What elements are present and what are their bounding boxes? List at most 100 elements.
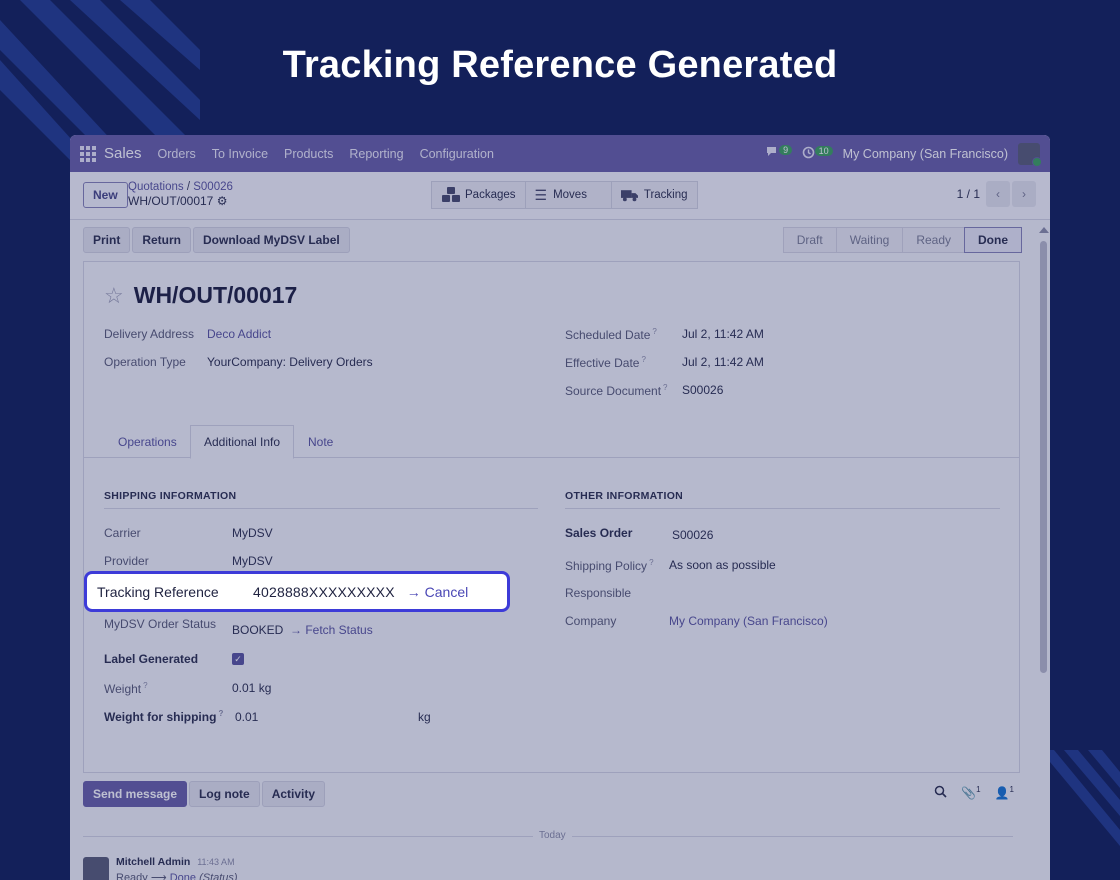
tracking-label: Tracking — [643, 189, 688, 201]
scroll-thumb[interactable] — [1040, 241, 1047, 673]
user-icon: 👤 — [994, 786, 1010, 800]
date-separator: Today — [533, 830, 572, 841]
record-title: WH/OUT/00017 — [133, 282, 298, 308]
tab-note[interactable]: Note — [295, 425, 346, 458]
packages-icon — [442, 187, 460, 202]
record-title-row: ☆ WH/OUT/00017 — [104, 282, 297, 309]
tracking-button[interactable]: Tracking — [611, 181, 698, 209]
label-generated-checkbox[interactable]: ✓ — [232, 653, 244, 665]
tracking-reference-value: 4028888XXXXXXXXX — [253, 583, 395, 600]
breadcrumb-quotations[interactable]: Quotations — [128, 181, 184, 193]
shipping-policy-label: Shipping Policy? — [565, 558, 654, 573]
attachments-count: 1 — [976, 785, 981, 794]
message-avatar[interactable] — [83, 857, 109, 880]
tracking-reference-label: Tracking Reference — [97, 583, 219, 600]
weight-label: Weight? — [104, 681, 148, 696]
list-icon: ☰ — [534, 186, 548, 203]
decorative-stripes — [1040, 750, 1120, 846]
source-document-label: Source Document? — [565, 383, 668, 398]
followers-button[interactable]: 👤1 — [995, 785, 1014, 801]
message-time: 11:43 AM — [197, 857, 235, 867]
nav-item-orders[interactable]: Orders — [158, 147, 196, 161]
breadcrumb-order[interactable]: S00026 — [193, 181, 233, 193]
weight-shipping-input[interactable]: 0.01 — [235, 710, 258, 724]
chatter-toolbar: 📎1 👤1 — [934, 785, 1014, 801]
help-icon: ? — [663, 383, 668, 392]
operation-type-label: Operation Type — [104, 355, 186, 369]
help-icon: ? — [143, 681, 148, 690]
activity-button[interactable]: Activity — [261, 781, 326, 807]
nav-item-configuration[interactable]: Configuration — [420, 147, 494, 161]
status-done[interactable]: Done — [964, 227, 1022, 253]
shipping-policy-value[interactable]: As soon as possible — [669, 558, 776, 572]
sales-order-value[interactable]: S00026 — [672, 528, 713, 542]
cancel-tracking-button[interactable]: → Cancel — [407, 584, 468, 600]
send-message-button[interactable]: Send message — [83, 781, 188, 807]
nav-item-products[interactable]: Products — [284, 147, 333, 161]
paperclip-icon: 📎 — [961, 786, 977, 800]
other-section-title: OTHER INFORMATION — [565, 490, 1000, 509]
carrier-label: Carrier — [104, 526, 141, 540]
apps-menu-icon[interactable] — [80, 145, 96, 162]
new-button[interactable]: New — [83, 182, 128, 208]
message-author-row: Mitchell Admin 11:43 AM — [116, 856, 235, 868]
notebook-tabs: Operations Additional Info Note — [84, 425, 1019, 459]
status-draft[interactable]: Draft — [782, 227, 837, 253]
app-brand[interactable]: Sales — [104, 145, 142, 162]
moves-button[interactable]: ☰ Moves — [525, 181, 612, 209]
nav-item-to-invoice[interactable]: To Invoice — [212, 147, 268, 161]
attachments-button[interactable]: 📎1 — [961, 785, 980, 801]
search-icon[interactable] — [934, 785, 947, 801]
log-note-button[interactable]: Log note — [189, 781, 260, 807]
return-button[interactable]: Return — [132, 227, 192, 253]
status-waiting[interactable]: Waiting — [835, 227, 904, 253]
tab-operations[interactable]: Operations — [105, 425, 190, 458]
company-link[interactable]: My Company (San Francisco) — [669, 614, 828, 628]
action-bar: Print Return Download MyDSV Label — [83, 227, 350, 253]
message-author[interactable]: Mitchell Admin — [116, 856, 190, 868]
company-switcher[interactable]: My Company (San Francisco) — [843, 147, 1008, 161]
weight-shipping-label: Weight for shipping? — [104, 709, 224, 724]
scroll-up-icon[interactable] — [1039, 227, 1049, 233]
breadcrumb: Quotations / S00026 WH/OUT/00017 ⚙ — [128, 180, 233, 208]
carrier-value[interactable]: MyDSV — [232, 526, 273, 540]
effective-date-value: Jul 2, 11:42 AM — [682, 355, 764, 369]
message-body: Ready ⟶ Done (Status) — [116, 871, 238, 880]
activities-icon[interactable]: 10 — [802, 145, 833, 162]
status-ready[interactable]: Ready — [902, 227, 965, 253]
shipping-section-title: SHIPPING INFORMATION — [104, 490, 538, 509]
messages-icon[interactable]: 9 — [766, 145, 793, 161]
pager-previous-icon[interactable]: ‹ — [986, 181, 1010, 207]
label-generated-label: Label Generated — [104, 652, 199, 666]
fetch-status-button[interactable]: → Fetch Status — [290, 623, 373, 637]
smart-buttons: Packages ☰ Moves Tracking — [431, 181, 698, 209]
download-label-button[interactable]: Download MyDSV Label — [193, 227, 350, 253]
tab-additional-info[interactable]: Additional Info — [190, 425, 295, 459]
user-avatar[interactable] — [1018, 142, 1042, 167]
gear-icon[interactable]: ⚙ — [217, 194, 228, 208]
order-status-label: MyDSV Order Status — [104, 617, 217, 631]
delivery-address-link[interactable]: Deco Addict — [207, 327, 271, 341]
packages-button[interactable]: Packages — [431, 181, 526, 209]
star-icon[interactable]: ☆ — [104, 283, 124, 309]
source-document-value[interactable]: S00026 — [682, 383, 723, 397]
packages-label: Packages — [465, 189, 516, 201]
status-bar: Draft Waiting Ready Done — [782, 227, 1022, 253]
message-field: (Status) — [199, 872, 238, 880]
delivery-address-label: Delivery Address — [104, 327, 195, 341]
help-icon: ? — [218, 709, 224, 718]
help-icon: ? — [649, 558, 654, 567]
responsible-label: Responsible — [565, 586, 632, 600]
scrollbar[interactable] — [1038, 227, 1049, 867]
truck-icon — [620, 189, 638, 201]
arrow-right-icon: ⟶ — [150, 872, 167, 880]
pager-value[interactable]: 1 / 1 — [957, 187, 980, 201]
moves-label: Moves — [553, 189, 587, 201]
print-button[interactable]: Print — [83, 227, 131, 253]
provider-label: Provider — [104, 554, 149, 568]
nav-item-reporting[interactable]: Reporting — [349, 147, 403, 161]
operation-type-value[interactable]: YourCompany: Delivery Orders — [207, 355, 373, 369]
scheduled-date-value[interactable]: Jul 2, 11:42 AM — [682, 327, 764, 341]
message-to-state: Done — [169, 872, 196, 880]
pager-next-icon[interactable]: › — [1012, 181, 1036, 207]
